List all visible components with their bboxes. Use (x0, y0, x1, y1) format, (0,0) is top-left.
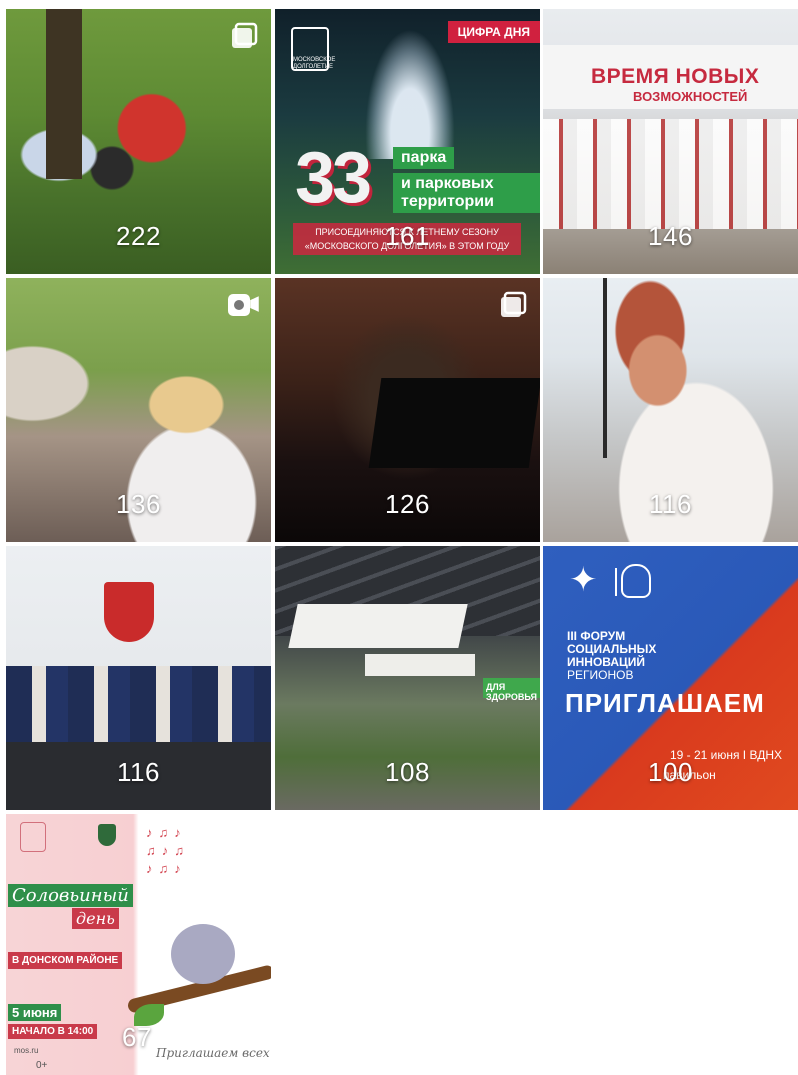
post-count: 161 (385, 221, 430, 251)
post-count: 146 (648, 221, 693, 251)
event-date: 5 июня (8, 1004, 62, 1021)
group-photo (543, 119, 798, 229)
day-number-tag: ЦИФРА ДНЯ (447, 21, 540, 43)
footer-site: mos.ru (14, 1046, 39, 1055)
post-tile-10[interactable]: ♪♫♪ ♫♪♫ ♪♫♪ Соловьиный день В ДОНСКОМ РАЙО… (6, 814, 271, 1075)
event-title-2: день (72, 908, 119, 929)
coat-of-arms (104, 582, 154, 642)
post-tile-3[interactable]: ВРЕМЯ НОВЫХ ВОЗМОЖНОСТЕЙ 146 (543, 9, 798, 274)
ceiling-panel-2 (365, 654, 475, 676)
ceiling-panel (288, 604, 468, 648)
forum-line-4: РЕГИОНОВ (567, 668, 634, 682)
grand-piano (368, 378, 540, 468)
post-tile-4[interactable]: 136 (6, 278, 271, 542)
park-label: парка (393, 147, 455, 169)
post-tile-6[interactable]: 116 (543, 278, 798, 542)
carousel-icon (501, 291, 527, 317)
post-tile-1[interactable]: 222 (6, 9, 271, 274)
fountain-image (365, 29, 455, 159)
post-count: 126 (385, 489, 430, 519)
hand-logo-icon (621, 564, 651, 598)
forum-title: III ФОРУМ СОЦИАЛЬНЫХ ИННОВАЦИЙ РЕГИОНОВ (567, 630, 656, 682)
district-emblem (98, 824, 116, 846)
bird-illustration (171, 924, 235, 984)
health-sign: ДЛЯ ЗДОРОВЬЯ (483, 678, 540, 702)
forum-logo-icon: ✦ (569, 561, 598, 599)
post-count: 100 (648, 757, 693, 787)
tree-trunk (46, 9, 82, 179)
post-tile-5[interactable]: 126 (275, 278, 540, 542)
big-number: 33 (295, 138, 372, 218)
music-notes-icon: ♪♫♪ ♫♪♫ ♪♫♪ (146, 825, 190, 876)
moscow-longevity-logo (20, 822, 46, 852)
video-icon (228, 294, 259, 316)
post-grid: 222 МОСКОВСКОЕ ДОЛГОЛЕТИЕ ЦИФРА ДНЯ 33 п… (0, 0, 798, 1075)
post-count: 116 (649, 489, 692, 519)
post-count: 108 (385, 757, 430, 787)
banner-subtitle: ВОЗМОЖНОСТЕЙ (633, 89, 748, 104)
post-count: 116 (117, 757, 160, 787)
post-tile-2[interactable]: МОСКОВСКОЕ ДОЛГОЛЕТИЕ ЦИФРА ДНЯ 33 парка… (275, 9, 540, 274)
post-count: 136 (116, 489, 161, 519)
post-tile-8[interactable]: ДЛЯ ЗДОРОВЬЯ 108 (275, 546, 540, 810)
event-time: НАЧАЛО В 14:00 (8, 1024, 98, 1039)
age-rating: 0+ (36, 1060, 48, 1071)
logo-separator (615, 568, 617, 596)
carousel-icon (232, 22, 258, 48)
post-count: 67 (122, 1022, 152, 1052)
post-count: 222 (116, 221, 161, 251)
umbrella-handle (603, 278, 607, 458)
event-district: В ДОНСКОМ РАЙОНЕ (8, 952, 123, 969)
post-tile-9[interactable]: ✦ III ФОРУМ СОЦИАЛЬНЫХ ИННОВАЦИЙ РЕГИОНО… (543, 546, 798, 810)
moscow-longevity-logo: МОСКОВСКОЕ ДОЛГОЛЕТИЕ (291, 27, 335, 71)
banner-title: ВРЕМЯ НОВЫХ (591, 65, 760, 88)
event-title: Соловьиный (8, 884, 133, 907)
invite-title: ПРИГЛАШАЕМ (565, 688, 765, 718)
post-tile-7[interactable]: 116 (6, 546, 271, 810)
territories-label: и парковых территории (393, 173, 540, 213)
